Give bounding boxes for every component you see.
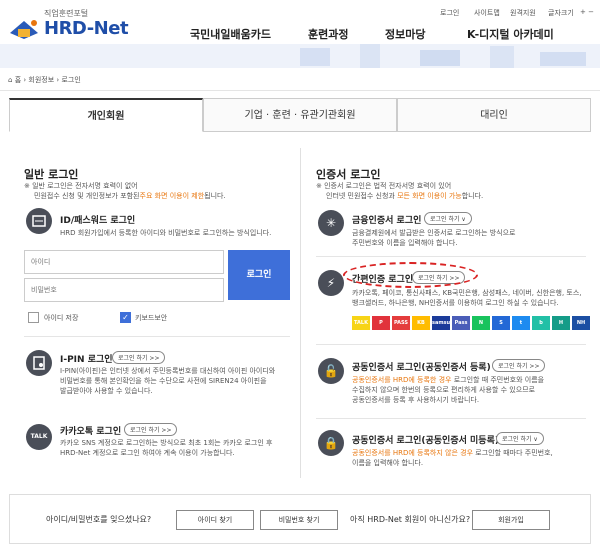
financial-cert-button[interactable]: 로그인 하기 ∨ (424, 212, 472, 225)
panel-divider (300, 148, 301, 478)
keyboard-security-checkbox[interactable]: ✓ (120, 312, 131, 323)
breadcrumb-home[interactable]: 홈 (15, 76, 21, 84)
tab-business[interactable]: 기업 · 훈련 · 유관기관회원 (203, 98, 397, 132)
save-id-label: 아이디 저장 (44, 314, 79, 322)
joint-cert-registered-button[interactable]: 로그인 하기 >> (492, 359, 546, 372)
general-login-title: 일반 로그인 (24, 168, 79, 181)
provider-logo-8: t (512, 316, 530, 330)
cert-login-note: ※ 인증서 로그인은 법적 전자서명 효력이 있어 인터넷 민원접수 신청과 모… (316, 182, 484, 200)
find-id-button[interactable]: 아이디 찾기 (176, 510, 254, 530)
breadcrumb: ⌂ 홈 › 회원정보 › 로그인 (0, 69, 600, 91)
provider-logo-2: PASS (392, 316, 410, 330)
tab-agent[interactable]: 대리인 (397, 98, 591, 132)
kakao-login-title: 카카오톡 로그인 (60, 427, 122, 437)
font-size-controls[interactable]: + − (580, 8, 594, 16)
banner-decoration (300, 44, 586, 68)
joint-cert-unregistered-icon: 🔒 (318, 430, 344, 456)
joint-cert-registered-title: 공동인증서 로그인(공동인증서 등록) (352, 363, 491, 373)
section-separator (316, 418, 586, 419)
joint-cert-unregistered-desc: 공동인증서를 HRD에 등록하지 않은 경우 로그인할 때마다 주민번호, 이름… (352, 449, 553, 467)
financial-cert-icon: ✳ (318, 210, 344, 236)
financial-cert-title: 금융인증서 로그인 (352, 216, 422, 226)
not-member-text: 아직 HRD-Net 회원이 아니신가요? (350, 515, 471, 524)
simple-auth-provider-logos: TALK P PASS KB samsung Pass N St b H NH (352, 316, 592, 332)
provider-logo-9: b (532, 316, 550, 330)
kakao-login-desc: 카카오 SNS 계정으로 로그인하는 방식으로 최초 1회는 카카오 로그인 후… (60, 439, 273, 457)
financial-cert-desc: 금융결제원에서 발급받은 인증서로 로그인하는 방식으로 주민번호와 이름을 입… (352, 229, 516, 247)
joint-cert-registered-desc: 공동인증서를 HRD에 등록한 경우 로그인할 때 주민번호와 이름을 수집하지… (352, 376, 545, 404)
find-password-button[interactable]: 비밀번호 찾기 (260, 510, 338, 530)
logo-icon[interactable] (8, 17, 40, 41)
gnb-k-digital[interactable]: K-디지털 아카데미 (467, 26, 554, 42)
general-note-line1: ※ 일반 로그인은 전자서명 효력이 없어 (24, 182, 138, 190)
logo-name[interactable]: HRD-Net (44, 18, 129, 39)
ipin-login-button[interactable]: 로그인 하기 >> (112, 351, 166, 364)
simple-auth-desc: 카카오톡, 페이코, 통신사패스, KB국민은행, 삼성패스, 네이버, 신한은… (352, 289, 582, 307)
provider-logo-3: KB (412, 316, 430, 330)
gnb-info[interactable]: 정보마당 (385, 26, 425, 42)
util-sitemap-link[interactable]: 사이트맵 (474, 8, 500, 18)
util-login-link[interactable]: 로그인 (440, 8, 459, 18)
provider-logo-5: Pass (452, 316, 470, 330)
id-input[interactable]: 아이디 (24, 250, 224, 274)
simple-auth-icon: ⚡ (318, 270, 344, 296)
id-login-title: ID/패스워드 로그인 (60, 216, 136, 226)
provider-logo-0: TALK (352, 316, 370, 330)
general-note-line2: 민원접수 신청 및 개인정보가 포함된주요 화면 이용이 제한됩니다. (34, 192, 226, 200)
provider-logo-10: H (552, 316, 570, 330)
ipin-login-title: I-PIN 로그인 (60, 355, 113, 365)
breadcrumb-current: 로그인 (61, 76, 81, 84)
gnb-training-courses[interactable]: 훈련과정 (308, 26, 348, 42)
join-button[interactable]: 회원가입 (472, 510, 550, 530)
annotation-dashed-ellipse (343, 262, 478, 288)
home-icon[interactable]: ⌂ (8, 76, 12, 84)
joint-cert-unregistered-button[interactable]: 로그인 하기 ∨ (496, 432, 544, 445)
provider-logo-11: NH (572, 316, 590, 330)
ipin-login-desc: I-PIN(아이핀)은 인터넷 상에서 주민등록번호를 대신하여 아이핀 아이디… (60, 367, 276, 395)
section-separator (24, 336, 290, 337)
cert-login-title: 인증서 로그인 (316, 168, 381, 181)
util-remote-support-link[interactable]: 원격지원 (510, 8, 536, 18)
login-button[interactable]: 로그인 (228, 250, 290, 300)
tab-personal[interactable]: 개인회원 (9, 98, 203, 132)
kakao-login-button[interactable]: 로그인 하기 >> (124, 423, 178, 436)
header-banner (0, 44, 600, 68)
util-font-size-label: 글자크기 (548, 9, 574, 17)
id-login-icon (26, 208, 52, 234)
breadcrumb-level1[interactable]: 회원정보 (28, 76, 54, 84)
id-login-desc: HRD 회원가입에서 등록한 아이디와 비밀번호로 로그인하는 방식입니다. (60, 229, 272, 237)
forgot-text: 아이디/비밀번호를 잊으셨나요? (46, 515, 152, 524)
section-separator (316, 344, 586, 345)
joint-cert-registered-icon: 🔓 (318, 358, 344, 384)
password-input[interactable]: 비밀번호 (24, 278, 224, 302)
gnb-naeil-card[interactable]: 국민내일배움카드 (190, 26, 271, 42)
save-id-checkbox[interactable] (28, 312, 39, 323)
keyboard-security-label: 키보드보안 (135, 314, 168, 322)
provider-logo-7: S (492, 316, 510, 330)
kakao-talk-icon: TALK (26, 424, 52, 450)
general-login-note: ※ 일반 로그인은 전자서명 효력이 없어 민원접수 신청 및 개인정보가 포함… (24, 181, 294, 201)
joint-cert-unregistered-title: 공동인증서 로그인(공동인증서 미등록) (352, 436, 499, 446)
provider-logo-1: P (372, 316, 390, 330)
ipin-icon (26, 350, 52, 376)
section-separator (316, 256, 586, 257)
provider-logo-4: samsung (432, 316, 457, 330)
provider-logo-6: N (472, 316, 490, 330)
